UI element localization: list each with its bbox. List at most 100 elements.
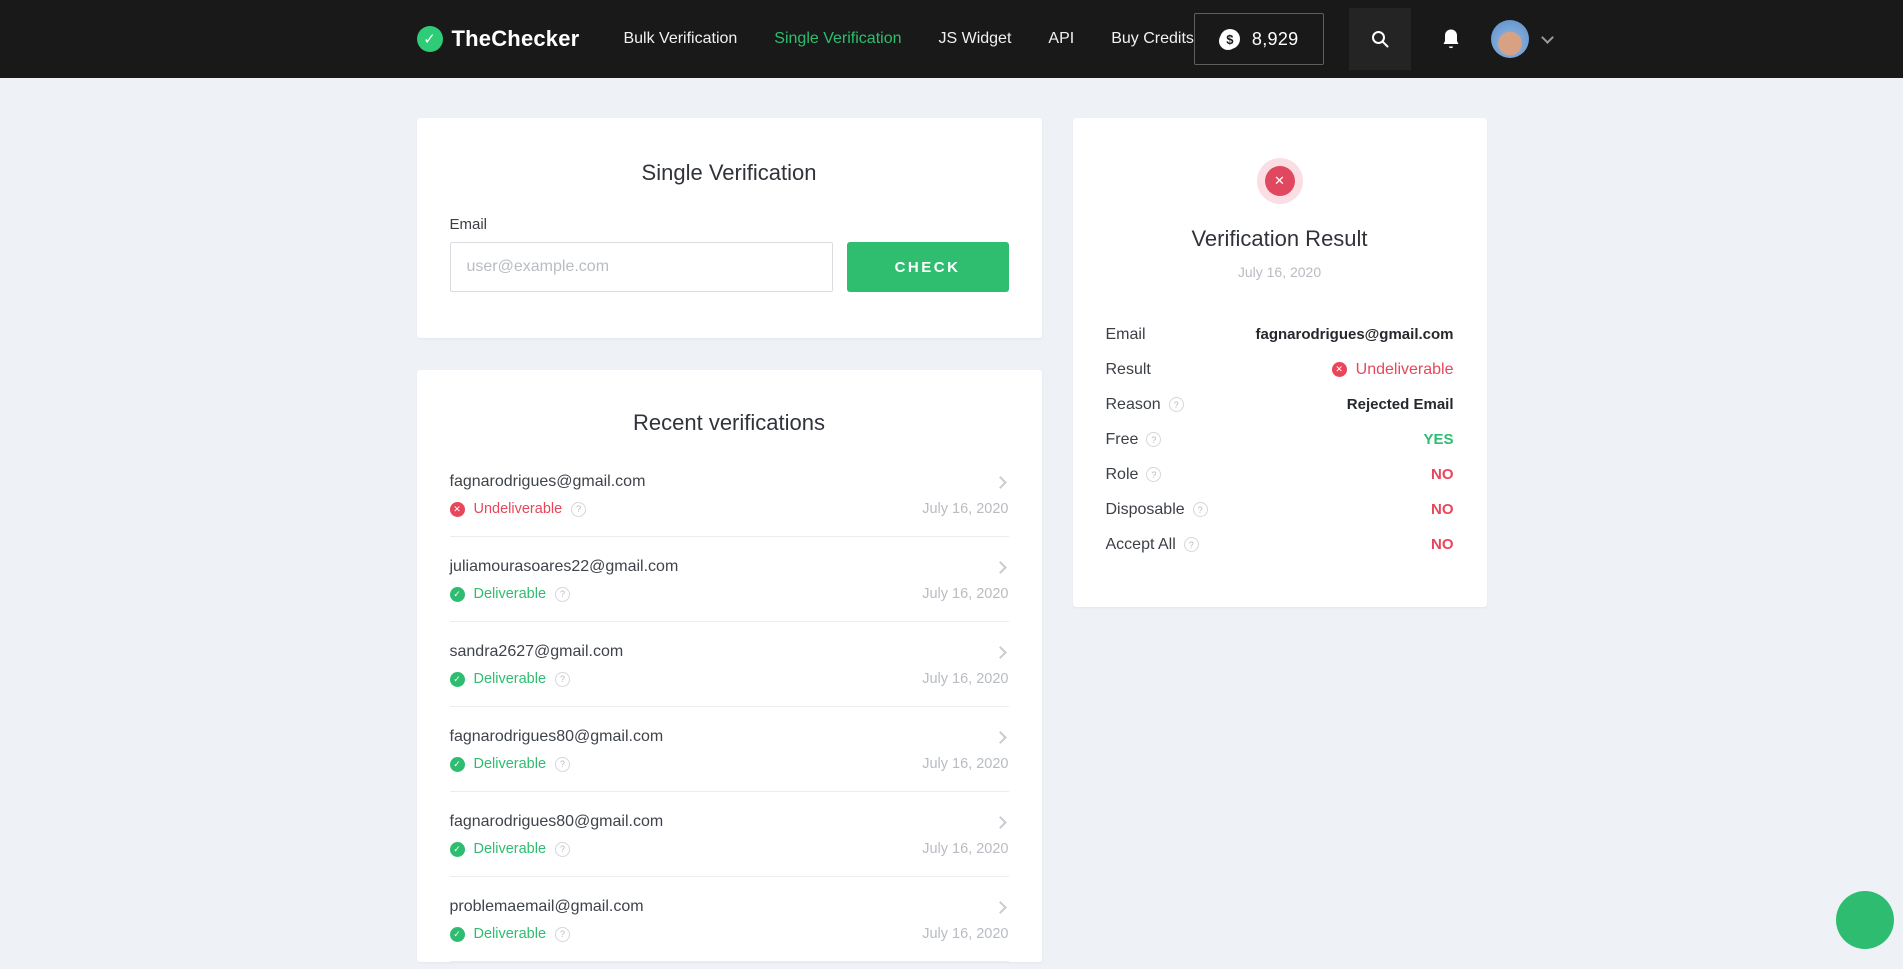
undeliverable-icon: ✕: [1331, 362, 1347, 377]
deliverable-icon: ✓: [449, 756, 465, 772]
list-item-email: fagnarodrigues@gmail.com: [449, 473, 646, 490]
chevron-right-icon: [993, 900, 1007, 914]
help-icon[interactable]: ?: [571, 501, 587, 517]
list-item[interactable]: problemaemail@gmail.com ✓ Deliverable ? …: [449, 877, 1009, 962]
result-value-text: Undeliverable: [1355, 360, 1454, 378]
undeliverable-icon: ✕: [449, 501, 465, 517]
help-icon[interactable]: ?: [1146, 432, 1162, 447]
credits-button[interactable]: $ 8,929: [1193, 13, 1325, 65]
status-label: Deliverable: [473, 671, 547, 687]
verification-result-card: ✕ Verification Result July 16, 2020 Emai…: [1072, 118, 1487, 607]
list-item-date: July 16, 2020: [922, 756, 1009, 772]
status-label: Deliverable: [473, 586, 547, 602]
chevron-right-icon: [993, 560, 1007, 574]
result-row-result: Result ✕ Undeliverable: [1106, 359, 1454, 380]
list-item[interactable]: fagnarodrigues@gmail.com ✕ Undeliverable…: [449, 452, 1009, 537]
nav-bulk-verification[interactable]: Bulk Verification: [623, 30, 737, 48]
deliverable-icon: ✓: [449, 671, 465, 687]
chevron-right-icon: [993, 475, 1007, 489]
verification-result-title: Verification Result: [1191, 226, 1368, 251]
single-verification-title: Single Verification: [641, 160, 817, 185]
result-status-badge: ✕: [1256, 158, 1303, 204]
result-value: ✕ Undeliverable: [1331, 360, 1454, 379]
list-item-date: July 16, 2020: [922, 501, 1009, 517]
status-label: Undeliverable: [473, 501, 563, 517]
result-label: Email: [1105, 325, 1146, 343]
list-item[interactable]: juliamourasoares22@gmail.com ✓ Deliverab…: [449, 537, 1009, 622]
result-label: Reason: [1105, 395, 1161, 413]
result-label: Role: [1105, 465, 1139, 483]
coin-icon: $: [1219, 29, 1240, 49]
nav-buy-credits[interactable]: Buy Credits: [1111, 30, 1194, 48]
credits-amount: 8,929: [1251, 28, 1299, 49]
nav-js-widget[interactable]: JS Widget: [938, 30, 1011, 48]
deliverable-icon: ✓: [449, 841, 465, 857]
result-label: Disposable: [1105, 500, 1185, 518]
result-label: Free: [1105, 430, 1139, 448]
main-nav: Bulk Verification Single Verification JS…: [623, 30, 1193, 48]
result-value: NO: [1431, 536, 1454, 553]
result-label: Result: [1105, 360, 1151, 378]
main-content: Single Verification Email CHECK Recent v…: [416, 118, 1487, 962]
search-icon: [1370, 29, 1390, 49]
brand-logo[interactable]: ✓ TheChecker: [416, 26, 580, 52]
result-row-disposable: Disposable ? NO: [1106, 499, 1454, 520]
result-value: YES: [1423, 431, 1454, 448]
status-label: Deliverable: [473, 926, 547, 942]
error-cross-icon: ✕: [1264, 166, 1295, 196]
list-item-date: July 16, 2020: [922, 841, 1009, 857]
help-icon[interactable]: ?: [555, 756, 571, 772]
nav-single-verification[interactable]: Single Verification: [774, 30, 901, 48]
list-item-email: problemaemail@gmail.com: [449, 898, 644, 915]
check-button[interactable]: CHECK: [846, 242, 1009, 292]
chat-widget-button[interactable]: [1836, 891, 1894, 949]
help-icon[interactable]: ?: [1168, 397, 1184, 412]
top-navbar: ✓ TheChecker Bulk Verification Single Ve…: [0, 0, 1903, 78]
chevron-right-icon: [993, 815, 1007, 829]
status-label: Deliverable: [473, 756, 547, 772]
help-icon[interactable]: ?: [555, 586, 571, 602]
result-value: NO: [1431, 466, 1454, 483]
notifications-button[interactable]: [1441, 28, 1461, 50]
result-row-free: Free ? YES: [1106, 429, 1454, 450]
result-label: Accept All: [1105, 535, 1176, 553]
verification-result-date: July 16, 2020: [1237, 264, 1322, 280]
avatar: [1491, 20, 1530, 58]
brand-check-icon: ✓: [416, 26, 443, 52]
result-value: Rejected Email: [1346, 396, 1454, 413]
list-item-date: July 16, 2020: [922, 671, 1009, 687]
email-input[interactable]: [449, 242, 833, 292]
result-value: fagnarodrigues@gmail.com: [1255, 326, 1454, 343]
chevron-down-icon: [1541, 30, 1555, 44]
result-value: NO: [1431, 501, 1454, 518]
list-item-date: July 16, 2020: [922, 926, 1009, 942]
single-verification-card: Single Verification Email CHECK: [416, 118, 1042, 338]
result-row-role: Role ? NO: [1106, 464, 1454, 485]
help-icon[interactable]: ?: [555, 841, 571, 857]
list-item-email: juliamourasoares22@gmail.com: [449, 558, 679, 575]
help-icon[interactable]: ?: [1192, 502, 1208, 517]
chevron-right-icon: [993, 730, 1007, 744]
brand-name: TheChecker: [451, 26, 580, 51]
list-item[interactable]: fagnarodrigues80@gmail.com ✓ Deliverable…: [449, 707, 1009, 792]
list-item[interactable]: sandra2627@gmail.com ✓ Deliverable ? Jul…: [449, 622, 1009, 707]
list-item-email: fagnarodrigues80@gmail.com: [449, 728, 664, 745]
help-icon[interactable]: ?: [555, 671, 571, 687]
deliverable-icon: ✓: [449, 586, 465, 602]
nav-api[interactable]: API: [1048, 30, 1074, 48]
help-icon[interactable]: ?: [1183, 537, 1199, 552]
result-row-reason: Reason ? Rejected Email: [1106, 394, 1454, 415]
bell-icon: [1441, 28, 1461, 50]
user-menu[interactable]: [1491, 20, 1555, 58]
recent-verifications-title: Recent verifications: [633, 410, 825, 435]
search-button[interactable]: [1349, 8, 1412, 70]
list-item-date: July 16, 2020: [922, 586, 1009, 602]
result-row-accept-all: Accept All ? NO: [1106, 534, 1454, 555]
email-label: Email: [449, 216, 488, 233]
help-icon[interactable]: ?: [1146, 467, 1162, 482]
help-icon[interactable]: ?: [555, 926, 571, 942]
recent-verifications-card: Recent verifications fagnarodrigues@gmai…: [416, 370, 1042, 962]
status-label: Deliverable: [473, 841, 547, 857]
list-item[interactable]: fagnarodrigues80@gmail.com ✓ Deliverable…: [449, 792, 1009, 877]
list-item-email: fagnarodrigues80@gmail.com: [449, 813, 664, 830]
